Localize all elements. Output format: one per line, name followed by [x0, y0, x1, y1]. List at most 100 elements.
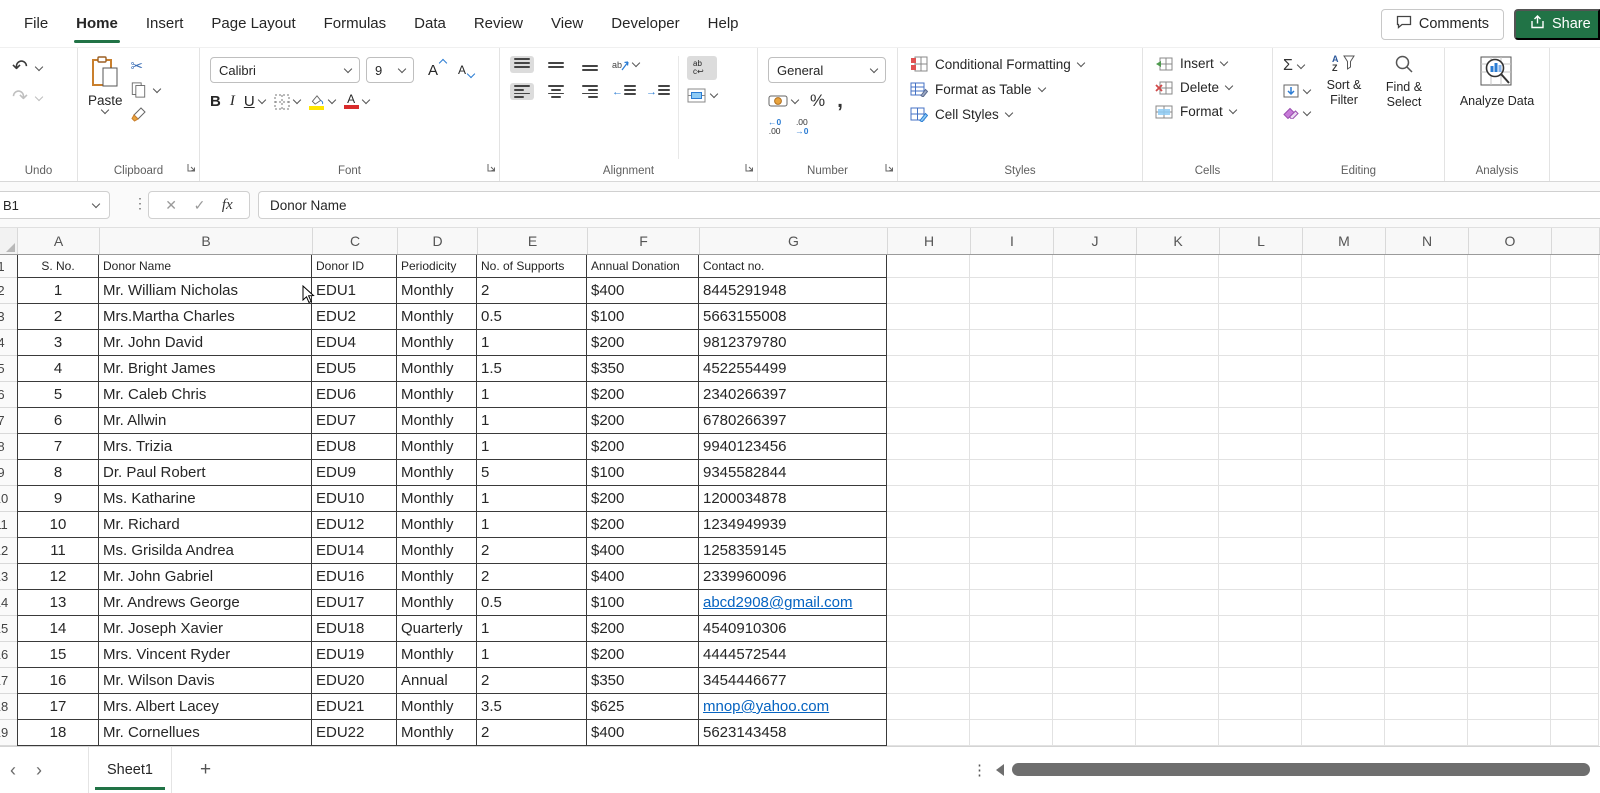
column-header-K[interactable]: K	[1137, 228, 1220, 254]
cell-H4[interactable]	[887, 330, 970, 356]
cell-A17[interactable]: 16	[17, 668, 99, 694]
cell-L8[interactable]	[1219, 434, 1302, 460]
cell-E18[interactable]: 3.5	[477, 694, 587, 720]
fill-color-button[interactable]	[309, 94, 336, 110]
cell-J5[interactable]	[1053, 356, 1136, 382]
font-dialog-launcher-icon[interactable]	[487, 159, 496, 177]
cell-E7[interactable]: 1	[477, 408, 587, 434]
column-header-E[interactable]: E	[478, 228, 588, 254]
row-header-9[interactable]: 9	[0, 460, 18, 486]
cell-M7[interactable]	[1302, 408, 1385, 434]
row-header-11[interactable]: 11	[0, 512, 18, 538]
cell-E11[interactable]: 1	[477, 512, 587, 538]
cell-A9[interactable]: 8	[17, 460, 99, 486]
cell-H1[interactable]	[887, 255, 970, 278]
cell-M3[interactable]	[1302, 304, 1385, 330]
cell-L4[interactable]	[1219, 330, 1302, 356]
cell-M9[interactable]	[1302, 460, 1385, 486]
cell-O5[interactable]	[1468, 356, 1551, 382]
cell-I10[interactable]	[970, 486, 1053, 512]
cell-E16[interactable]: 1	[477, 642, 587, 668]
cell-A1[interactable]: S. No.	[17, 255, 99, 278]
cell-E10[interactable]: 1	[477, 486, 587, 512]
chevron-down-icon[interactable]	[631, 58, 641, 68]
cell-N4[interactable]	[1385, 330, 1468, 356]
menu-tab-review[interactable]: Review	[460, 0, 537, 47]
cell-J13[interactable]	[1053, 564, 1136, 590]
cell-B11[interactable]: Mr. Richard	[99, 512, 312, 538]
cell-N11[interactable]	[1385, 512, 1468, 538]
cell-G8[interactable]: 9940123456	[699, 434, 887, 460]
cell-N14[interactable]	[1385, 590, 1468, 616]
row-header-5[interactable]: 5	[0, 356, 18, 382]
underline-button[interactable]: U	[244, 93, 266, 110]
cell-F13[interactable]: $400	[587, 564, 699, 590]
cell-N5[interactable]	[1385, 356, 1468, 382]
row-header-19[interactable]: 19	[0, 720, 18, 746]
cell-K13[interactable]	[1136, 564, 1219, 590]
undo-button[interactable]: ↶	[12, 58, 77, 77]
cell-A3[interactable]: 2	[17, 304, 99, 330]
column-header-J[interactable]: J	[1054, 228, 1137, 254]
cell-F5[interactable]: $350	[587, 356, 699, 382]
cell-D9[interactable]: Monthly	[397, 460, 477, 486]
cell-F17[interactable]: $350	[587, 668, 699, 694]
cell-P3[interactable]	[1551, 304, 1599, 330]
add-sheet-button[interactable]: +	[200, 759, 211, 781]
cell-O3[interactable]	[1468, 304, 1551, 330]
chevron-down-icon[interactable]	[709, 89, 719, 99]
cell-I18[interactable]	[970, 694, 1053, 720]
merge-center-button[interactable]	[687, 88, 719, 103]
cell-B12[interactable]: Ms. Grisilda Andrea	[99, 538, 312, 564]
cell-O18[interactable]	[1468, 694, 1551, 720]
cell-K3[interactable]	[1136, 304, 1219, 330]
menu-tab-view[interactable]: View	[537, 0, 597, 47]
cell-J19[interactable]	[1053, 720, 1136, 746]
cell-I4[interactable]	[970, 330, 1053, 356]
column-header-L[interactable]: L	[1220, 228, 1303, 254]
chevron-down-icon[interactable]	[257, 95, 266, 105]
increase-decimal-button[interactable]: ←0.00	[768, 118, 781, 136]
increase-indent-button[interactable]: →	[646, 85, 670, 98]
cell-N17[interactable]	[1385, 668, 1468, 694]
cell-H7[interactable]	[887, 408, 970, 434]
menu-tab-insert[interactable]: Insert	[132, 0, 198, 47]
cell-J16[interactable]	[1053, 642, 1136, 668]
cell-D13[interactable]: Monthly	[397, 564, 477, 590]
cell-N9[interactable]	[1385, 460, 1468, 486]
cell-F12[interactable]: $400	[587, 538, 699, 564]
cell-M8[interactable]	[1302, 434, 1385, 460]
cell-A6[interactable]: 5	[17, 382, 99, 408]
hyperlink[interactable]: mnop@yahoo.com	[703, 698, 829, 715]
row-header-17[interactable]: 17	[0, 668, 18, 694]
cell-M10[interactable]	[1302, 486, 1385, 512]
cell-C15[interactable]: EDU18	[312, 616, 397, 642]
cell-F16[interactable]: $200	[587, 642, 699, 668]
cell-G1[interactable]: Contact no.	[699, 255, 887, 278]
cell-I9[interactable]	[970, 460, 1053, 486]
row-header-12[interactable]: 12	[0, 538, 18, 564]
cell-J2[interactable]	[1053, 278, 1136, 304]
copy-button[interactable]	[131, 82, 161, 98]
row-header-13[interactable]: 13	[0, 564, 18, 590]
menu-tab-data[interactable]: Data	[400, 0, 460, 47]
cell-M11[interactable]	[1302, 512, 1385, 538]
menu-tab-help[interactable]: Help	[694, 0, 753, 47]
cell-D19[interactable]: Monthly	[397, 720, 477, 746]
cell-K2[interactable]	[1136, 278, 1219, 304]
cell-K12[interactable]	[1136, 538, 1219, 564]
column-header-O[interactable]: O	[1469, 228, 1552, 254]
cell-K4[interactable]	[1136, 330, 1219, 356]
cell-C3[interactable]: EDU2	[312, 304, 397, 330]
cell-I6[interactable]	[970, 382, 1053, 408]
cell-C16[interactable]: EDU19	[312, 642, 397, 668]
formula-bar-grip-icon[interactable]: ⋮	[133, 195, 147, 212]
cell-E19[interactable]: 2	[477, 720, 587, 746]
select-all-corner[interactable]	[0, 228, 18, 254]
cell-P17[interactable]	[1551, 668, 1599, 694]
chevron-down-icon[interactable]	[34, 62, 44, 71]
cell-D8[interactable]: Monthly	[397, 434, 477, 460]
menu-tab-file[interactable]: File	[10, 0, 62, 47]
column-header-I[interactable]: I	[971, 228, 1054, 254]
cell-I19[interactable]	[970, 720, 1053, 746]
